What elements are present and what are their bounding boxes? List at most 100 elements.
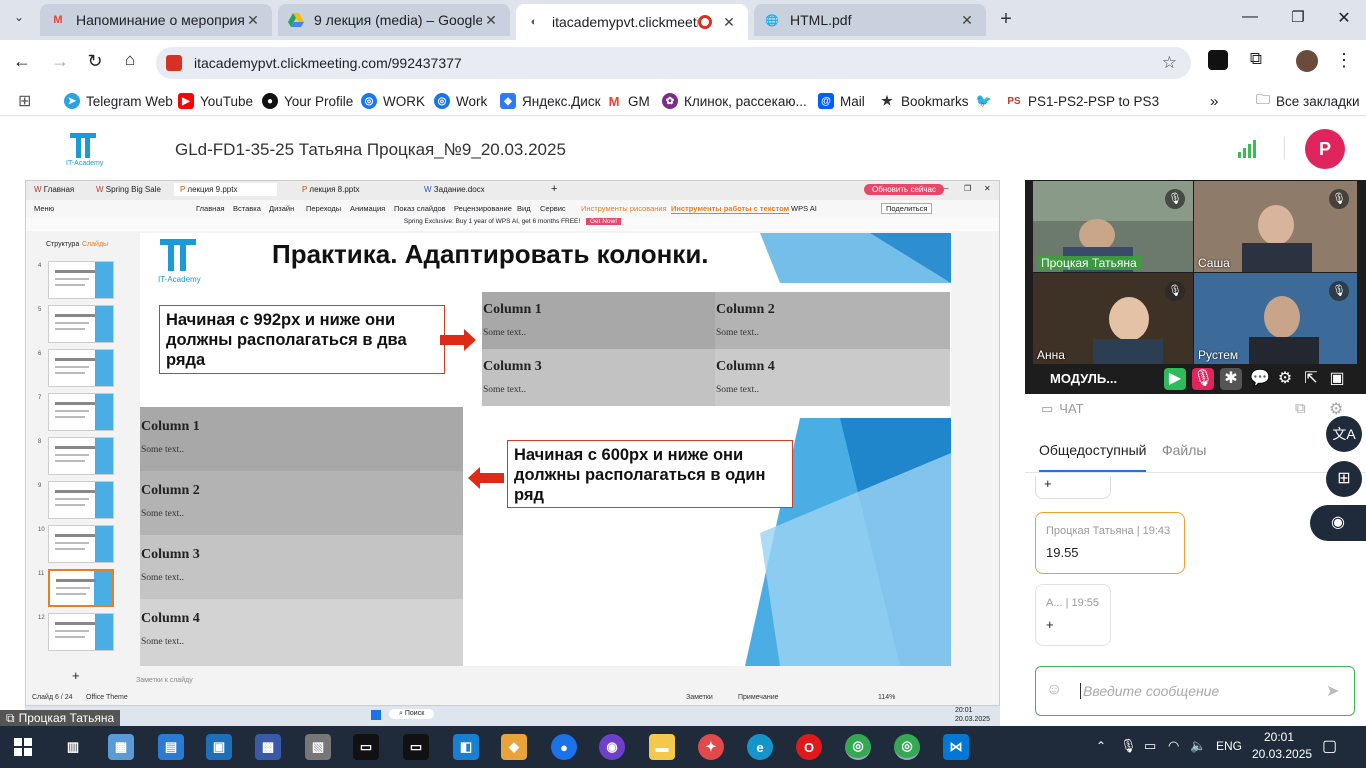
puzzle-icon[interactable]: ⧉	[1244, 49, 1268, 73]
notifications-icon[interactable]: ▢	[1322, 736, 1337, 756]
bookmark-6[interactable]: M GM	[606, 91, 650, 111]
slide-thumbnail[interactable]	[48, 305, 114, 343]
app-icon[interactable]: ▩	[255, 734, 281, 760]
mic-muted-icon[interactable]: 🎙	[1192, 368, 1214, 390]
bookmark-2[interactable]: ● Your Profile	[262, 91, 353, 111]
more-menu-icon[interactable]: ⋮	[1334, 50, 1354, 74]
detach-icon[interactable]: ⧉	[1295, 400, 1306, 417]
noise-icon[interactable]: ✱	[1220, 368, 1242, 390]
close-icon[interactable]: ✕	[720, 14, 738, 31]
slide-thumbnail[interactable]	[48, 393, 114, 431]
microphone-icon[interactable]: 🎙	[1120, 738, 1137, 754]
wps-tab-0[interactable]: W Главная	[34, 185, 74, 194]
settings-gear-icon[interactable]: ⚙	[1274, 368, 1296, 390]
video-tile-3[interactable]: 🎙 Рустем	[1194, 273, 1357, 364]
battery-icon[interactable]: ▭	[1144, 738, 1156, 754]
bookmark-11[interactable]: PS PS1-PS2-PSP to PS3	[1006, 91, 1159, 111]
opera-icon[interactable]: O	[796, 734, 822, 760]
terminal-icon[interactable]: ▭	[403, 734, 429, 760]
apps-icon[interactable]: ⊞	[18, 91, 31, 111]
wps-tab-1[interactable]: W Spring Big Sale	[96, 185, 161, 194]
bookmark-5[interactable]: ◆ Яндекс.Диск	[500, 91, 601, 111]
bookmark-9[interactable]: ★ Bookmarks	[879, 91, 969, 111]
bookmark-7[interactable]: ✿ Клинок, рассекаю...	[662, 91, 807, 111]
language-indicator[interactable]: ENG	[1216, 739, 1242, 753]
bookmark-0[interactable]: ➤ Telegram Web	[64, 91, 173, 111]
slide-thumbnail[interactable]	[48, 481, 114, 519]
send-icon[interactable]: ➤	[1326, 681, 1339, 701]
app-icon[interactable]: ◧	[453, 734, 479, 760]
wps-menu-item[interactable]: Переходы	[306, 204, 341, 213]
new-tab-button[interactable]: +	[994, 8, 1018, 32]
slide-thumbnail[interactable]	[48, 437, 114, 475]
chat-tab-public[interactable]: Общедоступный	[1039, 442, 1147, 472]
bookmark-10[interactable]: 🐦	[976, 91, 998, 111]
all-bookmarks[interactable]: 🗀 Все закладки	[1256, 91, 1359, 111]
wps-new-tab-icon[interactable]: +	[551, 183, 557, 195]
clock-date[interactable]: 20.03.2025	[1252, 747, 1312, 761]
extension-icon[interactable]	[1208, 50, 1228, 70]
slides-tab[interactable]: Слайды	[82, 241, 108, 248]
wps-close[interactable]: ✕	[984, 184, 991, 193]
file-explorer-icon[interactable]: ▬	[649, 734, 675, 760]
wps-menu-item[interactable]: Вставка	[233, 204, 261, 213]
calculator-icon[interactable]: ▦	[108, 734, 134, 760]
wps-menu-item[interactable]: WPS AI	[791, 204, 817, 213]
layout-icon[interactable]: ▣	[1326, 368, 1348, 390]
clock-time[interactable]: 20:01	[1264, 730, 1294, 744]
bookmark-4[interactable]: ◎ Work	[434, 91, 487, 111]
reload-icon[interactable]: ↻	[83, 51, 107, 75]
apps-grid-icon[interactable]: ⊞	[1326, 461, 1362, 497]
add-slide-icon[interactable]: +	[72, 668, 80, 683]
app-icon[interactable]: ▧	[305, 734, 331, 760]
wps-tab-3[interactable]: P лекция 8.pptx	[302, 185, 359, 194]
minimize-button[interactable]: —	[1238, 8, 1262, 32]
video-tile-0[interactable]: 🎙 Процкая Татьяна	[1033, 181, 1193, 272]
wps-promo-button[interactable]: Get Now!	[586, 218, 622, 225]
translate-icon[interactable]: 文A	[1326, 416, 1362, 452]
home-icon[interactable]: ⌂	[118, 50, 142, 74]
app-icon[interactable]: ◆	[501, 734, 527, 760]
tab-search-icon[interactable]: ⌄	[8, 10, 30, 30]
notes-toggle[interactable]: Заметки	[686, 694, 713, 701]
wifi-icon[interactable]: ◠	[1168, 738, 1179, 754]
close-window-button[interactable]: ✕	[1332, 8, 1356, 32]
maps-icon[interactable]: ●	[551, 734, 577, 760]
slide-thumbnail[interactable]	[48, 613, 114, 651]
restore-button[interactable]: ❐	[1286, 8, 1310, 32]
app-icon[interactable]: ▣	[206, 734, 232, 760]
wps-minimize[interactable]: –	[944, 184, 948, 193]
forward-arrow-icon[interactable]: →	[48, 51, 72, 75]
wps-menu-item[interactable]: Дизайн	[269, 204, 294, 213]
wps-share-button[interactable]: Поделиться	[881, 203, 933, 214]
more-bookmarks-icon[interactable]: »	[1210, 91, 1218, 111]
chrome-icon[interactable]: ◎	[894, 734, 920, 760]
windows-start-icon[interactable]	[10, 734, 36, 760]
structure-tab[interactable]: Структура	[46, 241, 79, 248]
site-info-icon[interactable]	[166, 55, 182, 71]
chat-bubble-icon[interactable]: 💬	[1249, 368, 1271, 390]
close-icon[interactable]: ✕	[244, 12, 262, 29]
user-avatar[interactable]: P	[1305, 129, 1345, 169]
wps-menu-item[interactable]: Главная	[196, 204, 225, 213]
slide-thumbnail[interactable]	[48, 525, 114, 563]
browser-tab-2-active[interactable]: ◐ itacademypvt.clickmeeting.c ✕	[516, 4, 748, 40]
wps-restore[interactable]: ❐	[964, 184, 971, 193]
back-arrow-icon[interactable]: ←	[10, 51, 34, 75]
slide-thumbnail[interactable]	[48, 569, 114, 607]
star-icon[interactable]: ☆	[1162, 53, 1177, 73]
tray-chevron-icon[interactable]: ⌃	[1096, 739, 1106, 753]
video-tile-2[interactable]: 🎙 Анна	[1033, 273, 1193, 364]
wps-menu-item[interactable]: Сервис	[540, 204, 566, 213]
terminal-icon[interactable]: ▭	[353, 734, 379, 760]
github-desktop-icon[interactable]: ◉	[599, 734, 625, 760]
wps-tab-2[interactable]: P лекция 9.pptx	[174, 183, 278, 196]
comment-toggle[interactable]: Примечание	[738, 694, 779, 701]
emoji-icon[interactable]: ☺	[1046, 681, 1062, 699]
wps-menu-item[interactable]: Меню	[34, 204, 54, 213]
bookmark-8[interactable]: @ Mail	[818, 91, 865, 111]
assistant-icon[interactable]: ◉	[1310, 505, 1366, 541]
camera-icon[interactable]: ▶	[1164, 368, 1186, 390]
task-view-icon[interactable]: ▥	[60, 734, 86, 760]
edge-icon[interactable]: e	[747, 734, 773, 760]
